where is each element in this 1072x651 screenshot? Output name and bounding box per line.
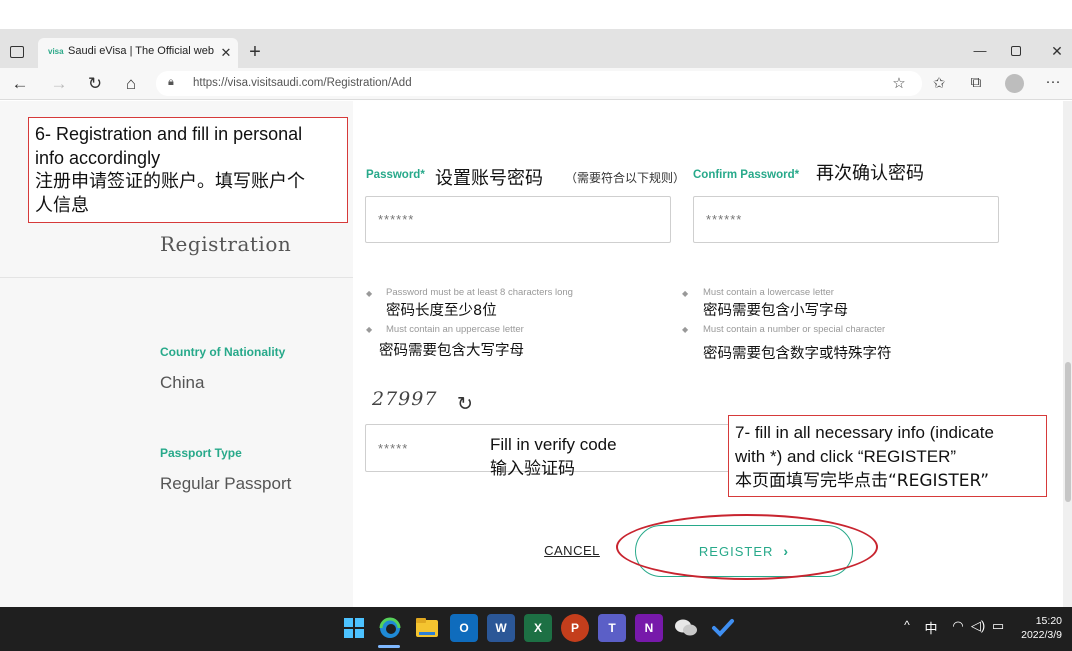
visa-logo-icon: visa <box>48 47 64 56</box>
minimize-button[interactable]: — <box>972 43 988 59</box>
rule-bullet: ◆ <box>682 325 689 334</box>
maximize-button[interactable] <box>1011 46 1021 56</box>
rule-lowercase-text: Must contain a lowercase letter <box>703 287 834 298</box>
outlook-icon[interactable]: O <box>450 614 478 642</box>
password-label: Password* <box>366 169 425 181</box>
speaker-icon[interactable]: ◁) <box>969 618 987 636</box>
country-value: China <box>160 373 205 392</box>
powerpoint-icon[interactable]: P <box>561 614 589 642</box>
passport-type-label: Passport Type <box>160 446 242 460</box>
tab-actions-icon[interactable] <box>10 46 24 58</box>
active-app-indicator <box>378 645 400 648</box>
chevron-right-icon: › <box>783 543 790 559</box>
ime-indicator[interactable]: 中 <box>922 618 940 636</box>
rule-bullet: ◆ <box>366 289 373 298</box>
new-tab-button[interactable]: + <box>245 42 265 62</box>
url-text[interactable]: https://visa.visitsaudi.com/Registration… <box>193 77 593 91</box>
rule-number-text: Must contain a number or special charact… <box>703 324 886 335</box>
step7-line1: 7- fill in all necessary info (indicate <box>735 423 994 442</box>
rule-length-annotation: 密码长度至少8位 <box>386 303 497 319</box>
onenote-icon[interactable]: N <box>635 614 663 642</box>
password-rule-note: （需要符合以下规则） <box>565 171 686 185</box>
wechat-icon[interactable] <box>672 614 700 642</box>
rule-bullet: ◆ <box>682 289 689 298</box>
password-annotation: 设置账号密码 <box>435 168 543 189</box>
more-menu-icon[interactable]: ··· <box>1043 73 1063 91</box>
edge-icon[interactable] <box>376 614 404 642</box>
rule-bullet: ◆ <box>366 325 373 334</box>
confirm-password-annotation: 再次确认密码 <box>816 163 924 184</box>
teams-icon[interactable]: T <box>598 614 626 642</box>
start-icon[interactable] <box>340 614 368 642</box>
captcha-image: 27997 <box>372 388 438 410</box>
password-input[interactable] <box>366 197 670 242</box>
collections-icon[interactable]: ⧉ <box>966 74 986 92</box>
word-icon[interactable]: W <box>487 614 515 642</box>
favorites-icon[interactable]: ✩ <box>929 74 949 92</box>
lock-icon[interactable]: 🔒︎ <box>168 76 180 90</box>
rule-uppercase-text: Must contain an uppercase letter <box>386 324 524 335</box>
country-label: Country of Nationality <box>160 345 286 359</box>
step6-annotation: 6- Registration and fill in personal inf… <box>28 117 348 223</box>
profile-avatar[interactable] <box>1005 74 1024 93</box>
register-label: REGISTER <box>698 543 774 559</box>
verify-annotation-cn: 输入验证码 <box>490 459 575 478</box>
step7-line3: 本页面填写完毕点击“REGISTER” <box>735 471 989 491</box>
scrollbar-track[interactable] <box>1063 101 1072 607</box>
rule-lowercase-annotation: 密码需要包含小写字母 <box>703 303 848 319</box>
close-window-button[interactable]: ✕ <box>1049 43 1065 59</box>
page-title: Registration <box>160 232 292 256</box>
step7-annotation: 7- fill in all necessary info (indicate … <box>728 415 1047 497</box>
step7-line2: with *) and click “REGISTER” <box>735 447 957 466</box>
top-strip <box>0 0 1072 29</box>
rule-uppercase-annotation: 密码需要包含大写字母 <box>379 343 524 359</box>
home-icon[interactable]: ⌂ <box>121 73 141 95</box>
rule-number-annotation: 密码需要包含数字或特殊字符 <box>703 346 892 362</box>
clock-date[interactable]: 2022/3/9 <box>1010 629 1062 642</box>
confirm-password-input[interactable] <box>694 197 998 242</box>
tray-overflow-icon[interactable]: ^ <box>900 618 914 636</box>
tab-close-icon[interactable]: ✕ <box>219 45 233 61</box>
rule-length-text: Password must be at least 8 characters l… <box>386 287 573 298</box>
back-arrow-icon[interactable]: ← <box>10 73 30 95</box>
cancel-button[interactable]: CANCEL <box>536 543 608 561</box>
verify-annotation-en: Fill in verify code <box>490 435 617 454</box>
confirm-password-label: Confirm Password* <box>693 169 800 181</box>
verify-code-annotation: Fill in verify code 输入验证码 <box>490 433 690 481</box>
forward-arrow-icon[interactable]: → <box>49 73 69 95</box>
step6-line2: info accordingly <box>35 148 161 168</box>
clock-time[interactable]: 15:20 <box>1020 615 1062 628</box>
excel-icon[interactable]: X <box>524 614 552 642</box>
battery-icon[interactable]: ▭ <box>989 618 1007 636</box>
step6-line4: 人信息 <box>35 195 89 216</box>
step6-line1: 6- Registration and fill in personal <box>35 124 303 144</box>
add-favorite-icon[interactable]: ☆ <box>889 74 909 92</box>
wifi-icon[interactable]: ◠ <box>950 618 966 636</box>
captcha-refresh-icon[interactable]: ↻ <box>455 393 475 415</box>
reload-icon[interactable]: ↻ <box>85 73 105 95</box>
scrollbar-thumb[interactable] <box>1065 362 1071 502</box>
todo-icon[interactable] <box>709 614 737 642</box>
register-button[interactable]: REGISTER › <box>635 525 853 577</box>
confirm-password-field[interactable] <box>693 196 999 243</box>
password-field[interactable] <box>365 196 671 243</box>
step6-line3: 注册申请签证的账户。填写账户个 <box>35 171 305 192</box>
file-explorer-icon[interactable] <box>413 614 441 642</box>
left-divider <box>0 277 353 278</box>
passport-type-value: Regular Passport <box>160 474 292 493</box>
tab-title: Saudi eVisa | The Official website <box>68 45 214 57</box>
